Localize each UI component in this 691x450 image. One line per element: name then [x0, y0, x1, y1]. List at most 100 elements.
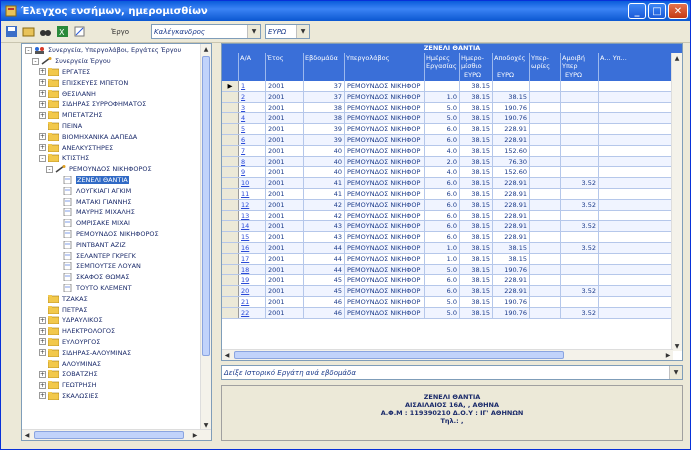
tree-node[interactable]: - ΡΕΜΟΥΝΔΟΣ ΝΙΚΗΦΟΡΟΣ: [22, 164, 211, 175]
row-selector[interactable]: [222, 275, 239, 286]
row-selector[interactable]: [222, 188, 239, 199]
save-icon[interactable]: [4, 24, 19, 39]
currency-select[interactable]: ΕΥΡΩ ▼: [265, 24, 310, 39]
tree-node[interactable]: + ΑΝΕΛΚΥΣΤΗΡΕΣ: [22, 142, 211, 153]
column-header[interactable]: [222, 53, 239, 81]
tree-horizontal-scrollbar[interactable]: ◀ ▶: [22, 429, 211, 440]
edit-icon[interactable]: [72, 24, 87, 39]
table-row[interactable]: 15 2001 43 ΡΕΜΟΥΝΔΟΣ ΝΙΚΗΦΟΡ 6.0 38.15 228.91: [222, 232, 682, 243]
table-row[interactable]: ▶ 1 2001 37 ΡΕΜΟΥΝΔΟΣ ΝΙΚΗΦΟΡ 38.15: [222, 81, 682, 92]
expand-icon[interactable]: +: [39, 90, 46, 98]
row-selector[interactable]: [222, 253, 239, 264]
row-selector[interactable]: [222, 102, 239, 113]
tree-node[interactable]: + ΒΙΟΜΗΧΑΝΙΚΑ ΔΑΠΕΔΑ: [22, 131, 211, 142]
tree-node[interactable]: ΣΕΜΠΟΥΤΣΕ ΛΟΥΑΝ: [22, 261, 211, 272]
tree-node[interactable]: + ΘΕΣΙΛΑΝΗ: [22, 88, 211, 99]
tree-node[interactable]: ΡΙΝΤΒΑΝΤ ΑΖΙΖ: [22, 239, 211, 250]
tree-node[interactable]: ΤΟΥΤΟ ΚΛΕΜΕΝΤ: [22, 283, 211, 294]
expand-icon[interactable]: +: [39, 316, 46, 324]
column-header[interactable]: Έτος: [266, 53, 304, 81]
tree-node[interactable]: + ΜΠΕΤΑΤΖΗΣ: [22, 110, 211, 121]
table-row[interactable]: 17 2001 44 ΡΕΜΟΥΝΔΟΣ ΝΙΚΗΦΟΡ 1.0 38.15 38.15: [222, 253, 682, 265]
column-header[interactable]: Ημερο-μίσθιο ΕΥΡΩ: [460, 53, 493, 81]
tree-node[interactable]: + ΗΛΕΚΤΡΟΛΟΓΟΣ: [22, 326, 211, 337]
scroll-thumb[interactable]: [202, 56, 210, 356]
table-row[interactable]: 9 2001 40 ΡΕΜΟΥΝΔΟΣ ΝΙΚΗΦΟΡ 4.0 38.15 152.60: [222, 167, 682, 179]
scroll-thumb[interactable]: [234, 351, 564, 359]
expand-icon[interactable]: +: [39, 370, 46, 378]
table-row[interactable]: 4 2001 38 ΡΕΜΟΥΝΔΟΣ ΝΙΚΗΦΟΡ 5.0 38.15 190.76: [222, 113, 682, 125]
close-button[interactable]: ✕: [668, 3, 688, 19]
tree-node[interactable]: ΖΕΝΕΛΙ ΘΑΝΤΙΑ: [22, 175, 211, 186]
scroll-right-icon[interactable]: ▶: [663, 350, 673, 360]
collapse-icon[interactable]: -: [25, 46, 32, 54]
scroll-thumb[interactable]: [34, 431, 184, 439]
table-row[interactable]: 12 2001 42 ΡΕΜΟΥΝΔΟΣ ΝΙΚΗΦΟΡ 6.0 38.15 228.91 3…: [222, 199, 682, 211]
expand-icon[interactable]: +: [39, 392, 46, 400]
tree-node[interactable]: + ΕΡΓΑΤΕΣ: [22, 67, 211, 78]
scroll-down-icon[interactable]: ▼: [672, 341, 682, 351]
table-row[interactable]: 18 2001 44 ΡΕΜΟΥΝΔΟΣ ΝΙΚΗΦΟΡ 5.0 38.15 190.76: [222, 264, 682, 276]
tree-node[interactable]: + ΥΔΡΑΥΛΙΚΟΣ: [22, 315, 211, 326]
table-row[interactable]: 14 2001 43 ΡΕΜΟΥΝΔΟΣ ΝΙΚΗΦΟΡ 6.0 38.15 228.91 3…: [222, 221, 682, 233]
table-row[interactable]: 8 2001 40 ΡΕΜΟΥΝΔΟΣ ΝΙΚΗΦΟΡ 2.0 38.15 76.30: [222, 156, 682, 168]
row-selector[interactable]: [222, 296, 239, 307]
tree-node[interactable]: ΠΕΙΝΑ: [22, 121, 211, 132]
table-row[interactable]: 11 2001 41 ΡΕΜΟΥΝΔΟΣ ΝΙΚΗΦΟΡ 6.0 38.15 228.91: [222, 188, 682, 200]
table-row[interactable]: 19 2001 45 ΡΕΜΟΥΝΔΟΣ ΝΙΚΗΦΟΡ 6.0 38.15 228.91: [222, 275, 682, 287]
column-header[interactable]: Α... Υπ...: [599, 53, 673, 81]
expand-icon[interactable]: +: [39, 133, 46, 141]
expand-icon[interactable]: +: [39, 68, 46, 76]
tree-node[interactable]: - Συνεργεία Έργου: [22, 56, 211, 67]
row-selector[interactable]: [222, 124, 239, 134]
expand-icon[interactable]: +: [39, 381, 46, 389]
tree-node[interactable]: - ΚΤΙΣΤΗΣ: [22, 153, 211, 164]
table-row[interactable]: 22 2001 46 ΡΕΜΟΥΝΔΟΣ ΝΙΚΗΦΟΡ 5.0 38.15 190.76 3…: [222, 307, 682, 319]
table-row[interactable]: 13 2001 42 ΡΕΜΟΥΝΔΟΣ ΝΙΚΗΦΟΡ 6.0 38.15 228.91: [222, 210, 682, 222]
row-selector[interactable]: [222, 221, 239, 232]
row-selector[interactable]: [222, 156, 239, 167]
column-header[interactable]: Αποδοχές ΕΥΡΩ: [493, 53, 530, 81]
tree-node[interactable]: ΑΛΟΥΜΙΝΑΣ: [22, 358, 211, 369]
scroll-left-icon[interactable]: ◀: [222, 350, 232, 360]
table-row[interactable]: 20 2001 45 ΡΕΜΟΥΝΔΟΣ ΝΙΚΗΦΟΡ 6.0 38.15 228.91 3…: [222, 286, 682, 297]
row-selector[interactable]: [222, 286, 239, 296]
row-selector[interactable]: [222, 232, 239, 242]
expand-icon[interactable]: +: [39, 327, 46, 335]
table-row[interactable]: 21 2001 46 ΡΕΜΟΥΝΔΟΣ ΝΙΚΗΦΟΡ 5.0 38.15 190.76: [222, 296, 682, 308]
grid-vertical-scrollbar[interactable]: ▲ ▼: [671, 53, 682, 351]
row-selector[interactable]: [222, 210, 239, 221]
row-selector[interactable]: [222, 178, 239, 188]
tree-node[interactable]: + ΣΙΔΗΡΑΣ-ΑΛΟΥΜΙΝΑΣ: [22, 347, 211, 358]
row-selector[interactable]: [222, 134, 239, 145]
excel-icon[interactable]: X: [55, 24, 70, 39]
collapse-icon[interactable]: -: [32, 57, 39, 65]
title-bar[interactable]: Έλεγχος ενσήμων, ημερομισθίων _ □ ✕: [1, 1, 690, 21]
tree-node[interactable]: + ΕΠΙΣΚΕΥΕΣ ΜΠΕΤΟΝ: [22, 77, 211, 88]
tree-node[interactable]: - Συνεργεία, Υπεργολάβοι, Εργάτες Έργου: [22, 45, 211, 56]
tree-node[interactable]: ΛΟΥΓΚΙΑΓΙ ΑΓΚΙΜ: [22, 185, 211, 196]
tree-node[interactable]: ΠΕΤΡΑΣ: [22, 304, 211, 315]
grid-horizontal-scrollbar[interactable]: ◀ ▶: [222, 349, 673, 360]
table-row[interactable]: 16 2001 44 ΡΕΜΟΥΝΔΟΣ ΝΙΚΗΦΟΡ 1.0 38.15 38.15 3.…: [222, 242, 682, 254]
column-header[interactable]: Α/Α: [239, 53, 266, 81]
tree-node[interactable]: + ΓΕΩΤΡΗΣΗ: [22, 380, 211, 391]
row-selector[interactable]: [222, 264, 239, 275]
report-select[interactable]: Δείξε Ιστορικό Εργάτη ανά εβδομάδα ▼: [221, 365, 683, 380]
scroll-up-icon[interactable]: ▲: [672, 53, 682, 63]
column-header[interactable]: Ημέρες Εργασίας: [425, 53, 460, 81]
table-row[interactable]: 2 2001 37 ΡΕΜΟΥΝΔΟΣ ΝΙΚΗΦΟΡ 1.0 38.15 38.15: [222, 91, 682, 103]
row-selector[interactable]: [222, 199, 239, 210]
scroll-up-icon[interactable]: ▲: [201, 44, 211, 54]
row-selector[interactable]: ▶: [222, 81, 239, 91]
expand-icon[interactable]: +: [39, 100, 46, 108]
minimize-button[interactable]: _: [628, 3, 646, 19]
row-selector[interactable]: [222, 113, 239, 124]
scroll-right-icon[interactable]: ▶: [190, 430, 200, 440]
column-header[interactable]: Υπερ-ωρίες: [530, 53, 561, 81]
collapse-icon[interactable]: -: [39, 154, 46, 162]
tree-node[interactable]: ΡΕΜΟΥΝΔΟΣ ΝΙΚΗΦΟΡΟΣ: [22, 229, 211, 240]
row-selector[interactable]: [222, 242, 239, 253]
column-header[interactable]: Εβδομάδα: [304, 53, 345, 81]
tree-node[interactable]: ΣΕΛΑΝΤΕΡ ΓΚΡΕΓΚ: [22, 250, 211, 261]
